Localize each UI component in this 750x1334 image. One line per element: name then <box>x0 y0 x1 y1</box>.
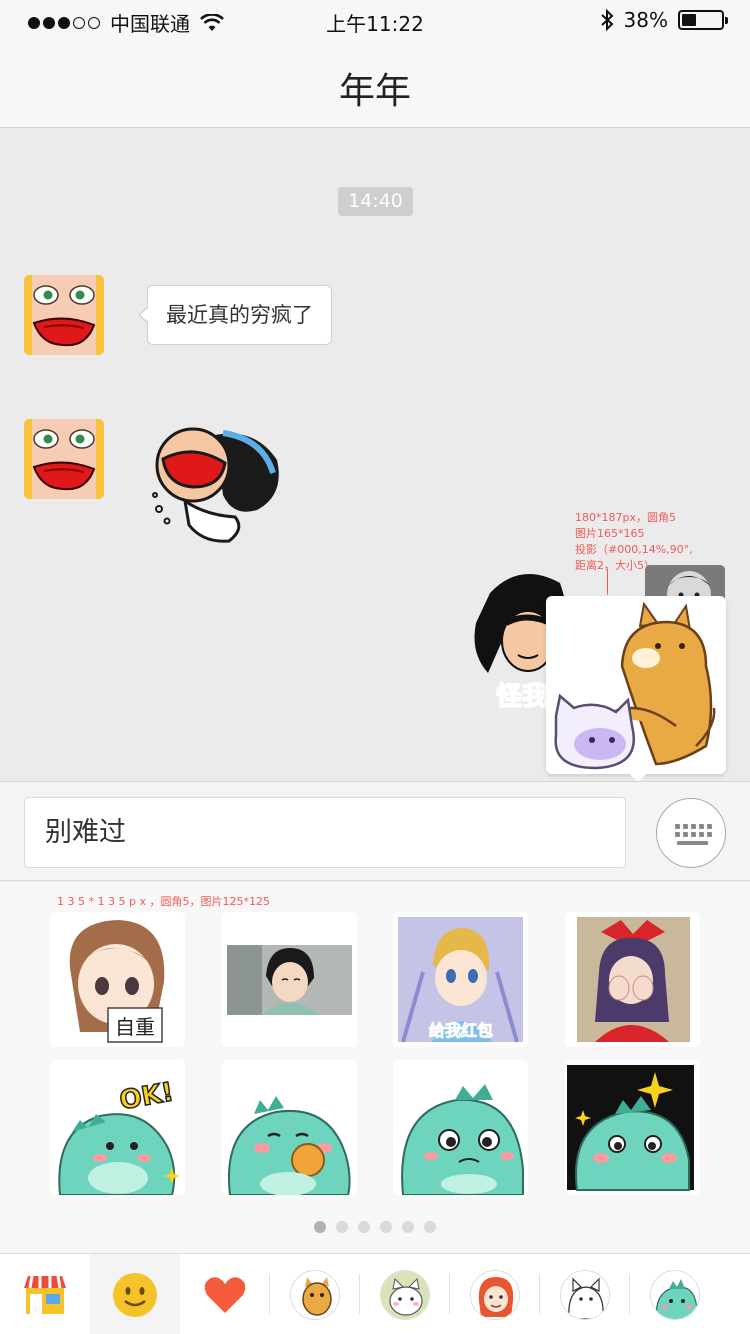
dog-pack-icon <box>290 1269 340 1320</box>
sticker-tab-bar <box>0 1253 750 1334</box>
sticker-caption: OK! <box>117 1077 175 1116</box>
sticker-anime-shy-girl[interactable] <box>565 912 700 1047</box>
grid-spec-annotation: 1 3 5 * 1 3 5 p x ，圆角5，图片125*125 <box>57 895 270 908</box>
shiba-cat-sticker <box>554 601 716 770</box>
page-dot-active[interactable] <box>314 1221 326 1233</box>
chat-title: 年年 <box>338 71 411 112</box>
sticker-dino-eating-cookie[interactable] <box>222 1060 357 1195</box>
white-cat-pack-icon <box>560 1269 610 1320</box>
message-bubble[interactable]: 最近真的穷疯了 <box>138 285 332 345</box>
sticker-caption: 给我红包 <box>429 1021 493 1040</box>
cat-pack-icon <box>380 1269 430 1320</box>
sticker-dino-ok[interactable]: OK! <box>50 1060 185 1195</box>
sticker-caption: 怪我 <box>496 682 548 708</box>
page-dot[interactable] <box>424 1221 436 1233</box>
sticker-anime-kid-red-envelope[interactable]: 给我红包 <box>393 912 528 1047</box>
chat-area[interactable]: 14:40 最近真的穷疯了 180*187px，圆角5 图片165*165 投影… <box>0 129 750 783</box>
dino-pack-icon <box>650 1269 700 1320</box>
heart-icon <box>204 1276 246 1313</box>
tab-pack-white-cat[interactable] <box>540 1254 630 1334</box>
tab-pack-cat[interactable] <box>360 1254 450 1334</box>
page-dot[interactable] <box>402 1221 414 1233</box>
tab-favorites[interactable] <box>180 1254 270 1334</box>
bluetooth-icon <box>600 9 613 31</box>
chat-timestamp: 14:40 <box>338 187 413 216</box>
contact-avatar[interactable] <box>24 419 104 499</box>
page-dot[interactable] <box>358 1221 370 1233</box>
tab-pack-dog[interactable] <box>270 1254 360 1334</box>
emoji-face-icon <box>113 1272 157 1317</box>
input-bar: 别难过 <box>0 781 750 881</box>
page-indicator <box>0 1221 750 1233</box>
annotation-line <box>607 569 608 595</box>
message-input[interactable]: 别难过 <box>24 797 626 868</box>
tab-store[interactable] <box>0 1254 90 1334</box>
sticker-dino-sparkle[interactable] <box>565 1060 700 1195</box>
sticker-caption: 自重 <box>115 1015 155 1039</box>
battery-percent: 38% <box>623 8 668 32</box>
battery-icon <box>678 10 728 30</box>
keyboard-icon <box>675 824 712 845</box>
nav-bar: 年年 <box>0 40 750 128</box>
page-dot[interactable] <box>336 1221 348 1233</box>
sticker-dino-crying[interactable] <box>393 1060 528 1195</box>
sticker-message[interactable] <box>145 425 285 550</box>
redhair-girl-pack-icon <box>470 1269 520 1320</box>
contact-avatar[interactable] <box>24 275 104 355</box>
tab-emoji[interactable] <box>90 1254 180 1334</box>
sticker-panel: 1 3 5 * 1 3 5 p x ，圆角5，图片125*125 自重 给我红包… <box>0 882 750 1253</box>
page-dot[interactable] <box>380 1221 392 1233</box>
tab-pack-dino[interactable] <box>630 1254 720 1334</box>
sticker-anime-boy-smile[interactable] <box>222 912 357 1047</box>
keyboard-toggle-button[interactable] <box>656 798 726 868</box>
tab-pack-redhair-girl[interactable] <box>450 1254 540 1334</box>
sticker-anime-girl-sign[interactable]: 自重 <box>50 912 185 1047</box>
store-icon <box>24 1275 66 1314</box>
sticker-preview-popup <box>546 596 726 783</box>
status-bar: 中国联通 上午11:22 38% <box>0 0 750 40</box>
